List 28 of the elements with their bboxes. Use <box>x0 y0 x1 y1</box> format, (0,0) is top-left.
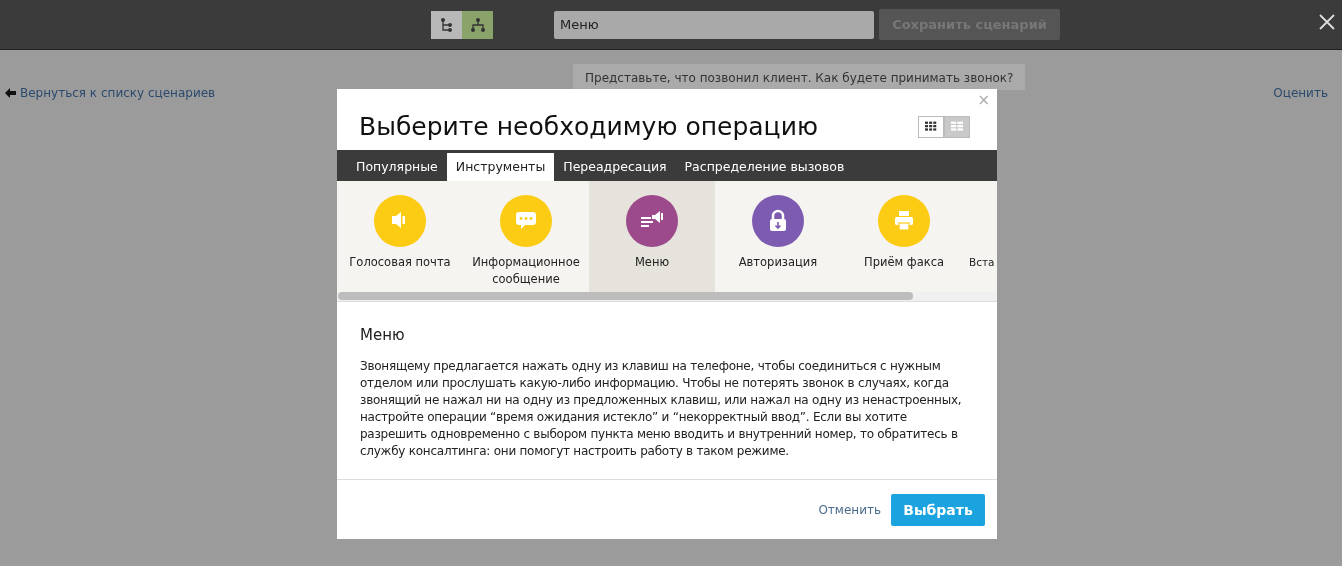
prompt-text: Представьте, что позвонил клиент. Как будете принимать звонок? <box>573 64 1026 90</box>
detail-title: Меню <box>360 326 406 344</box>
scrollbar-thumb[interactable] <box>338 292 913 300</box>
tab[interactable]: Распределение вызовов <box>675 153 854 181</box>
dialog-title: Выберите необходимую операцию <box>359 111 818 142</box>
tree-view-toggle[interactable] <box>431 10 462 39</box>
tree-icon <box>438 16 455 33</box>
close-button[interactable] <box>1318 12 1336 31</box>
arrow-left-icon <box>5 88 16 98</box>
grid-view-toggle[interactable] <box>918 115 944 138</box>
hierarchy-icon <box>469 16 486 33</box>
detail-text: Звонящему предлагается нажать одну из клавиш на телефоне, чтобы соединиться с нужным отделом или прослушать какую-либо информацию. Чтобы не потерять звонок в случаях, когда звонящий не нажал ни на одну из предложенных клавиш, или нажал на одну из ненастроенных, настройте операции “время ожидания истекло” и “некорректный ввод”. Если вы хотите разрешить одновременно с выбором пункта меню вводить и внутренний номер, то обратитесь в службу консалтинга: они помогут настроить работу в таком режиме. <box>360 358 963 460</box>
operation-item[interactable]: Голосовая почта <box>337 181 463 292</box>
close-icon <box>1318 12 1336 31</box>
operation-item[interactable]: Приём факса <box>841 181 967 292</box>
operation-item[interactable]: Авторизация <box>715 181 841 292</box>
operation-item[interactable]: Вста <box>967 181 997 292</box>
operation-item[interactable]: Меню <box>589 181 715 292</box>
operation-item[interactable]: Информационное сообщение <box>463 181 589 292</box>
tab[interactable]: Инструменты <box>446 153 555 181</box>
flow-view-toggle[interactable] <box>462 10 493 39</box>
grid-icon <box>925 120 937 133</box>
tab[interactable]: Популярные <box>347 153 447 181</box>
tab[interactable]: Переадресация <box>554 153 676 181</box>
list-view-toggle[interactable] <box>944 115 970 138</box>
cancel-link[interactable]: Отменить <box>818 501 881 519</box>
scenario-name-field[interactable]: Меню <box>554 10 874 39</box>
list-icon <box>951 120 963 133</box>
